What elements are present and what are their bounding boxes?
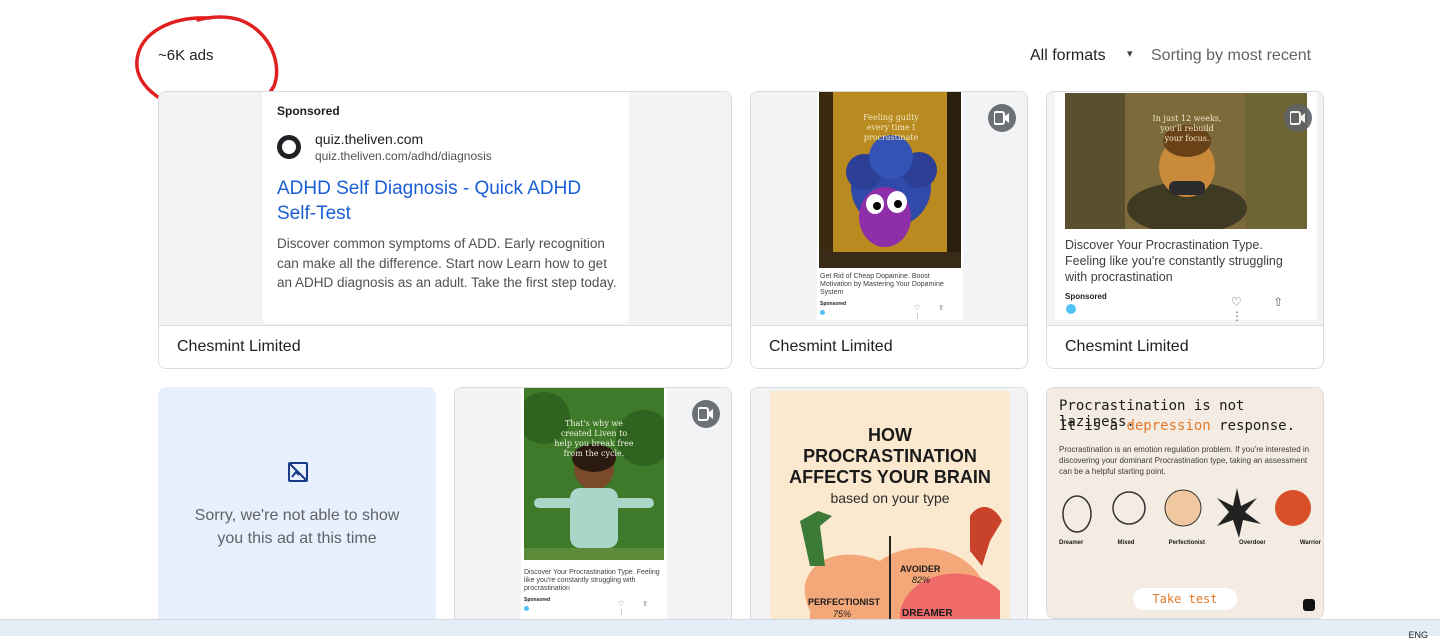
- action-icons: ♡ ⇧ ⋮: [618, 601, 657, 616]
- video-icon: [692, 400, 720, 428]
- ad-headline[interactable]: ADHD Self Diagnosis - Quick ADHD Self-Te…: [277, 176, 617, 226]
- ad-preview: That's why we created Liven to help you …: [455, 388, 731, 627]
- value-avoider: 82%: [912, 575, 931, 585]
- brain-subtitle: based on your type: [830, 490, 950, 506]
- card-footer: Chesmint Limited: [1047, 325, 1323, 368]
- card-footer: Chesmint Limited: [751, 325, 1027, 368]
- svg-text:Feeling guilty: Feeling guilty: [863, 113, 919, 122]
- unavailable-message: Sorry, we're not able to show you this a…: [158, 504, 436, 550]
- brain-title-line-3: AFFECTS YOUR BRAIN: [789, 467, 991, 487]
- title-highlight: depression: [1126, 418, 1211, 434]
- unavailable-line-1: Sorry, we're not able to show: [194, 507, 400, 524]
- brain-types-illustration: [1062, 488, 1311, 538]
- brain-type-labels: Dreamer Mixed Perfectionist Overdoer War…: [1059, 540, 1321, 546]
- type-perfectionist: Perfectionist: [1168, 540, 1205, 546]
- ad-preview: In just 12 weeks, you'll rebuild your fo…: [1047, 92, 1323, 326]
- text-ad-panel: Sponsored quiz.theliven.com quiz.thelive…: [262, 92, 629, 324]
- title-part-c: response.: [1210, 418, 1296, 434]
- ad-card-image[interactable]: Procrastination is not laziness. It is a…: [1046, 387, 1324, 619]
- gamer-illustration: In just 12 weeks, you'll rebuild your fo…: [1065, 93, 1307, 229]
- svg-text:from the cycle.: from the cycle.: [564, 449, 625, 458]
- ad-card-video[interactable]: That's why we created Liven to help you …: [454, 387, 732, 627]
- value-perfectionist: 75%: [833, 609, 852, 619]
- laziness-body: Procrastination is an emotion regulation…: [1059, 445, 1310, 476]
- video-icon: [988, 104, 1016, 132]
- take-test-button[interactable]: Take test: [1133, 588, 1237, 610]
- video-thumbnail: In just 12 weeks, you'll rebuild your fo…: [1055, 92, 1317, 323]
- brand-dot: [820, 310, 825, 315]
- svg-text:That's why we: That's why we: [565, 419, 623, 428]
- ad-image: HOW PROCRASTINATION AFFECTS YOUR BRAIN b…: [770, 391, 1010, 627]
- video-thumbnail: That's why we created Liven to help you …: [521, 388, 667, 620]
- action-icons: ♡ ⇧ ⋮: [1231, 295, 1298, 323]
- laziness-title-line-2: It is a depression response.: [1059, 418, 1295, 434]
- brain-title-line-1: HOW: [868, 425, 912, 445]
- ad-card-text[interactable]: Sponsored quiz.theliven.com quiz.thelive…: [158, 91, 732, 369]
- brain-title-line-2: PROCRASTINATION: [803, 446, 977, 466]
- unavailable-line-2: you this ad at this time: [217, 530, 377, 547]
- ad-preview: HOW PROCRASTINATION AFFECTS YOUR BRAIN b…: [751, 388, 1027, 627]
- ad-domain: quiz.theliven.com: [315, 131, 424, 147]
- label-avoider: AVOIDER: [900, 564, 941, 574]
- video-thumbnail: Feeling guilty every time I procrastinat…: [817, 92, 963, 320]
- image-unavailable-icon: [288, 462, 308, 482]
- ad-description: Discover common symptoms of ADD. Early r…: [277, 236, 617, 290]
- video-icon: [1284, 104, 1312, 132]
- video-caption: Discover Your Procrastination Type. Feel…: [524, 569, 660, 592]
- advertiser-name[interactable]: Chesmint Limited: [769, 338, 893, 356]
- ad-card-image[interactable]: HOW PROCRASTINATION AFFECTS YOUR BRAIN b…: [750, 387, 1028, 627]
- sponsored-label: Sponsored: [524, 597, 551, 603]
- brand-logo-icon: [1303, 599, 1315, 611]
- sponsored-label: Sponsored: [820, 301, 847, 307]
- svg-text:you'll rebuild: you'll rebuild: [1159, 124, 1213, 133]
- chevron-down-icon[interactable]: ▾: [1127, 47, 1133, 60]
- ad-card-video[interactable]: In just 12 weeks, you'll rebuild your fo…: [1046, 91, 1324, 369]
- advertiser-name[interactable]: Chesmint Limited: [177, 338, 301, 356]
- video-caption: Discover Your Procrastination Type. Feel…: [1065, 238, 1283, 284]
- ad-preview: Feeling guilty every time I procrastinat…: [751, 92, 1027, 326]
- type-dreamer: Dreamer: [1059, 540, 1084, 546]
- svg-text:every time I: every time I: [867, 123, 916, 132]
- video-caption: Get Rid of Cheap Dopamine. Boost Motivat…: [820, 273, 944, 296]
- type-warrior: Warrior: [1299, 540, 1321, 546]
- label-perfectionist: PERFECTIONIST: [808, 597, 881, 607]
- formats-dropdown[interactable]: All formats: [1030, 47, 1106, 65]
- language-indicator[interactable]: ENG: [1408, 630, 1428, 640]
- site-favicon-icon: [277, 135, 301, 159]
- brain-title: HOW PROCRASTINATION AFFECTS YOUR BRAIN: [770, 425, 1010, 488]
- ad-card-video[interactable]: Feeling guilty every time I procrastinat…: [750, 91, 1028, 369]
- ad-url: quiz.theliven.com/adhd/diagnosis: [315, 149, 492, 163]
- svg-text:procrastinate: procrastinate: [864, 133, 919, 142]
- monster-illustration: Feeling guilty every time I procrastinat…: [819, 92, 961, 268]
- svg-text:help you break free: help you break free: [554, 439, 634, 448]
- ad-count: ~6K ads: [158, 47, 214, 64]
- svg-text:In just 12 weeks,: In just 12 weeks,: [1153, 114, 1222, 123]
- action-icons: ♡ ⇧ ⋮: [914, 305, 953, 320]
- ad-card-unavailable: Sorry, we're not able to show you this a…: [158, 387, 436, 627]
- taskbar: ENG: [0, 619, 1440, 640]
- brand-dot: [1066, 304, 1076, 314]
- label-dreamer: DREAMER: [902, 608, 953, 619]
- advertiser-name[interactable]: Chesmint Limited: [1065, 338, 1189, 356]
- type-mixed: Mixed: [1117, 540, 1135, 546]
- title-part-a: It is a: [1059, 418, 1127, 434]
- sorting-dropdown[interactable]: Sorting by most recent: [1151, 47, 1311, 65]
- card-footer: Chesmint Limited: [159, 325, 731, 368]
- sponsored-label: Sponsored: [277, 104, 340, 118]
- sponsored-label: Sponsored: [1065, 292, 1107, 301]
- ad-preview: Procrastination is not laziness. It is a…: [1047, 388, 1323, 618]
- svg-text:your focus.: your focus.: [1164, 134, 1210, 143]
- brand-dot: [524, 606, 529, 611]
- type-overdoer: Overdoer: [1239, 540, 1266, 546]
- svg-text:created Liven to: created Liven to: [561, 429, 627, 438]
- boy-illustration: That's why we created Liven to help you …: [524, 388, 664, 560]
- ad-preview: Sponsored quiz.theliven.com quiz.thelive…: [159, 92, 731, 326]
